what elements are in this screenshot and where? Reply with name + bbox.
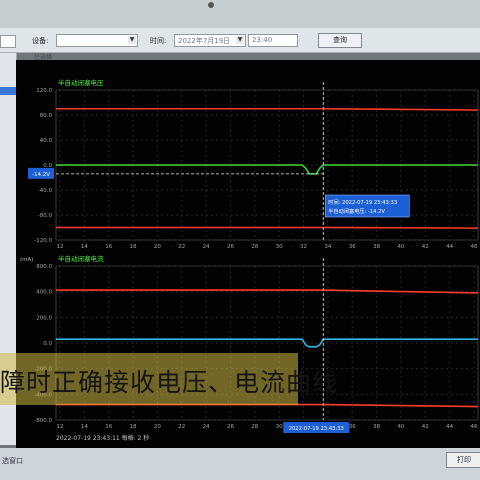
query-button-label: 查询 [333, 36, 347, 44]
voltage-chart: 120.080.040.00.0-40.0-80.0-120.012 14 16 18… [28, 78, 479, 250]
x-tick-label: 12 [57, 424, 64, 430]
x-tick-label: 24 [203, 244, 210, 250]
x-tick-label: 26 [227, 424, 234, 430]
y-tick-label: 0.0 [43, 341, 52, 347]
series-line [56, 226, 479, 229]
time-spinner[interactable]: 23:40 [248, 34, 298, 47]
tooltip-value: 半自动闭塞电压: -14.2V [328, 207, 385, 215]
date-value: 2022年7月19日 [178, 37, 231, 45]
x-tick-label: 16 [105, 244, 112, 250]
y-tick-label: -800.0 [34, 418, 52, 424]
x-tick-label: 22 [178, 244, 185, 250]
bezel-dot [208, 2, 214, 8]
x-tick-label: 46 [471, 424, 478, 430]
y-tick-label: 120.0 [36, 88, 52, 94]
y-tick-label: 800.0 [36, 264, 52, 270]
y-tick-label: -80.0 [38, 213, 53, 219]
toolbar: 设备: ▼ 时间: 2022年7月19日 ▼ 23:40 查询 [0, 28, 480, 53]
x-tick-label: 46 [471, 244, 478, 250]
x-tick-label: 28 [251, 424, 258, 430]
x-tick-label: 24 [203, 424, 210, 430]
x-tick-label: 22 [178, 424, 185, 430]
x-tick-label: 34 [324, 244, 331, 250]
x-tick-label: 30 [276, 244, 283, 250]
chart-footer: 2022-07-19 23:43:11 每格: 2 秒 [56, 434, 149, 442]
chevron-down-icon[interactable]: ▼ [128, 36, 136, 44]
calendar-icon[interactable]: ▼ [236, 36, 244, 44]
cursor-value-label: -14.2V [32, 172, 50, 178]
device-select[interactable]: ▼ [56, 34, 138, 47]
y-tick-label: -40.0 [38, 188, 53, 194]
print-button-label: 打印 [457, 456, 471, 464]
x-tick-label: 42 [422, 244, 429, 250]
print-button[interactable]: 打印 [446, 452, 480, 468]
time-readout: 2022-07-19 23:43:33 [289, 426, 344, 432]
x-tick-label: 14 [81, 424, 88, 430]
y-unit-label: (mA) [20, 257, 33, 263]
x-tick-label: 36 [349, 244, 356, 250]
selected-list-item[interactable] [0, 87, 16, 95]
x-tick-label: 16 [105, 424, 112, 430]
current-chart: 800.0400.0200.00.0-200.0-400.0-800.01214… [20, 254, 479, 442]
y-tick-label: 200.0 [36, 315, 52, 321]
x-tick-label: 44 [446, 424, 453, 430]
device-label: 设备: [32, 37, 49, 45]
y-tick-label: 80.0 [40, 113, 53, 119]
channel-select[interactable] [0, 35, 16, 48]
x-tick-label: 18 [130, 424, 137, 430]
x-tick-label: 12 [57, 244, 64, 250]
x-tick-label: 40 [397, 424, 404, 430]
x-tick-label: 32 [300, 244, 307, 250]
y-tick-label: -120.0 [34, 238, 52, 244]
x-tick-label: 18 [130, 244, 137, 250]
video-subtitle: 障时正确接收电压、电流曲线 [0, 353, 337, 405]
x-tick-label: 44 [446, 244, 453, 250]
x-tick-label: 40 [397, 244, 404, 250]
x-tick-label: 20 [154, 244, 161, 250]
series-line [56, 107, 479, 111]
x-tick-label: 38 [373, 244, 380, 250]
time-value: 23:40 [252, 36, 273, 44]
date-picker[interactable]: 2022年7月19日 ▼ [174, 34, 246, 47]
y-tick-label: 400.0 [36, 290, 52, 296]
chart-title: 半自动闭塞电流 [58, 254, 104, 263]
x-tick-label: 14 [81, 244, 88, 250]
monitor-bezel [0, 0, 480, 28]
x-tick-label: 20 [154, 424, 161, 430]
x-tick-label: 26 [227, 244, 234, 250]
x-tick-label: 36 [349, 424, 356, 430]
x-tick-label: 42 [422, 424, 429, 430]
x-tick-label: 38 [373, 424, 380, 430]
subtitle-text: 障时正确接收电压、电流曲线 [0, 368, 339, 397]
time-label: 时间: [150, 37, 167, 45]
query-button[interactable]: 查询 [318, 33, 362, 48]
series-line [56, 164, 478, 175]
y-tick-label: 40.0 [40, 138, 53, 144]
status-text: 选窗口 [2, 457, 23, 465]
x-tick-label: 28 [251, 244, 258, 250]
chart-title: 半自动闭塞电压 [58, 78, 104, 87]
x-tick-label: 30 [276, 424, 283, 430]
status-bar: 选窗口 打印 [0, 448, 480, 480]
tooltip-time: 时间: 2022-07-19 23:43:33 [328, 198, 397, 206]
